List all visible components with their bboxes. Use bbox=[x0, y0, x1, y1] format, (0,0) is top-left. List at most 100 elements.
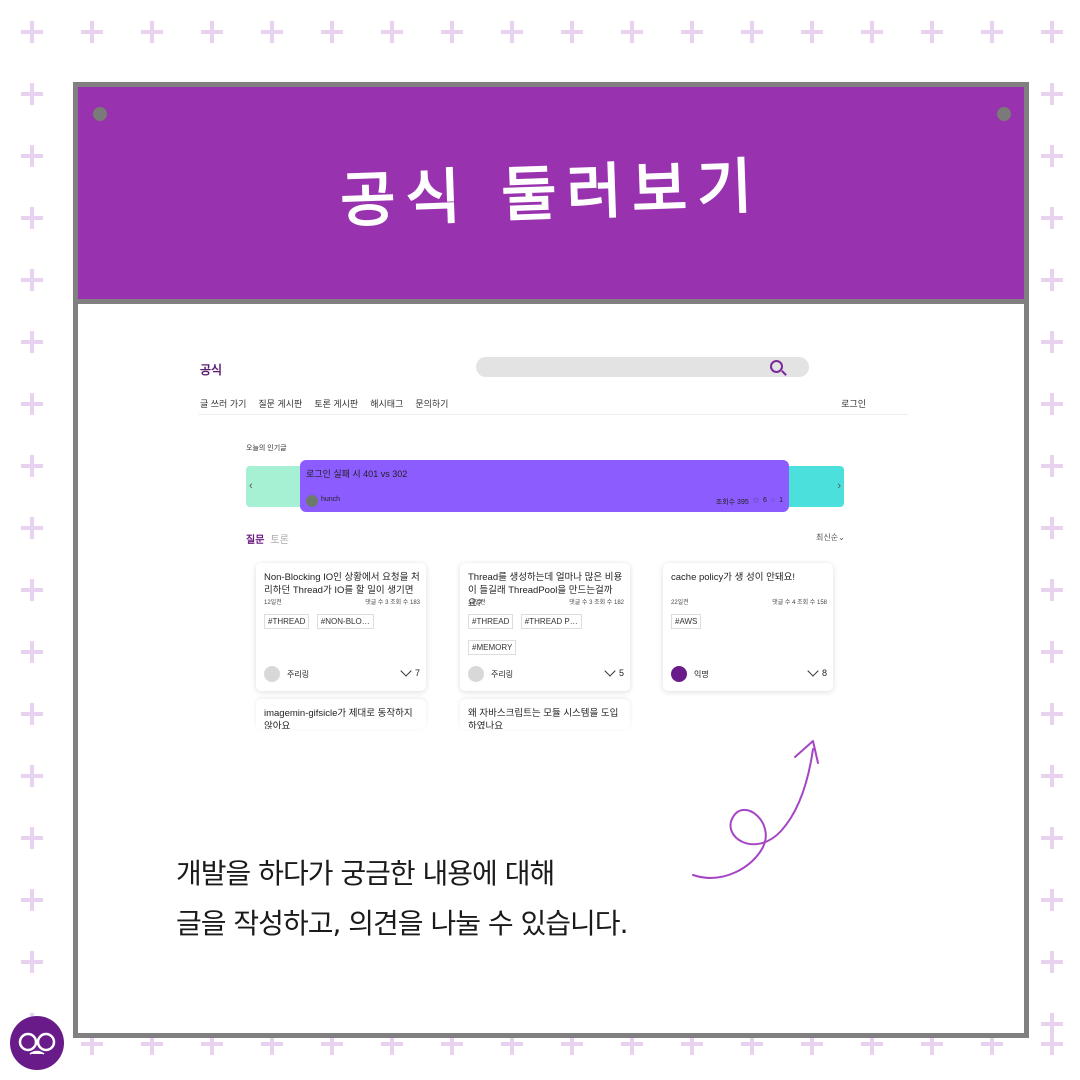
views-count: 조회수 395 bbox=[715, 499, 749, 506]
like-button[interactable]: 7 bbox=[400, 665, 420, 678]
nav-bar: 글 쓰러 가기 질문 게시판 토론 게시판 해시태그 문의하기 bbox=[200, 397, 448, 410]
pin-left bbox=[93, 107, 107, 121]
plus-decoration bbox=[1041, 827, 1063, 849]
heart-icon bbox=[807, 665, 819, 677]
site-logo[interactable]: 공식 bbox=[200, 361, 222, 378]
plus-decoration bbox=[201, 21, 223, 43]
post-card[interactable]: imagemin-gifsicle가 제대로 동작하지 않아요 bbox=[256, 699, 426, 729]
hashtag-chip[interactable]: #THREAD bbox=[468, 614, 514, 629]
plus-decoration bbox=[1041, 331, 1063, 353]
header-band: 공식 둘러보기 bbox=[78, 87, 1024, 304]
plus-decoration bbox=[21, 207, 43, 229]
plus-decoration bbox=[1041, 889, 1063, 911]
nav-item-hashtags[interactable]: 해시태그 bbox=[370, 397, 403, 410]
plus-decoration bbox=[81, 21, 103, 43]
post-meta: 13일전 댓글 수 3 조회 수 182 bbox=[468, 597, 624, 606]
likes-count: 7 bbox=[414, 668, 420, 678]
post-title: 왜 자바스크립트는 모듈 시스템을 도입하였나요 bbox=[468, 708, 619, 729]
plus-decoration bbox=[1041, 579, 1063, 601]
login-link[interactable]: 로그인 bbox=[841, 397, 866, 410]
search-icon[interactable] bbox=[770, 360, 783, 373]
nav-item-questions[interactable]: 질문 게시판 bbox=[258, 397, 302, 410]
tag-list: #THREAD #THREAD P… #MEMORY bbox=[468, 611, 628, 663]
carousel-prev-slide[interactable]: ‹ bbox=[246, 466, 306, 507]
post-card[interactable]: 왜 자바스크립트는 모듈 시스템을 도입하였나요 bbox=[460, 699, 630, 729]
avatar bbox=[306, 495, 318, 507]
nav-divider bbox=[198, 414, 908, 415]
plus-decoration bbox=[261, 21, 283, 43]
post-card[interactable]: cache policy가 생 성이 안돼요! 22일전 댓글 수 4 조회 수 … bbox=[663, 563, 833, 691]
tag-list: #THREAD #NON-BLO… bbox=[264, 611, 424, 637]
nav-item-debates[interactable]: 토론 게시판 bbox=[314, 397, 358, 410]
sort-dropdown[interactable]: 최신순⌄ bbox=[816, 532, 845, 543]
slide-caption: 개발을 하다가 궁금한 내용에 대해 글을 작성하고, 의견을 나눌 수 있습니… bbox=[176, 849, 628, 949]
plus-decoration bbox=[1041, 641, 1063, 663]
slide-title: 공식 둘러보기 bbox=[339, 151, 764, 237]
sort-label: 최신순 bbox=[816, 533, 839, 542]
plus-decoration bbox=[741, 21, 763, 43]
plus-decoration bbox=[21, 889, 43, 911]
post-footer: 익명 8 bbox=[671, 665, 827, 683]
carousel-next-slide[interactable]: › bbox=[786, 466, 844, 507]
heart-icon: ♡ bbox=[752, 498, 760, 505]
carousel-post-author: hunch bbox=[321, 496, 341, 503]
pin-right bbox=[997, 107, 1011, 121]
like-button[interactable]: 5 bbox=[604, 665, 624, 678]
carousel-current-post[interactable]: 로그인 실패 시 401 vs 302 hunch 조회수 395 ♡ 6 ◌ … bbox=[300, 460, 789, 512]
plus-decoration bbox=[1041, 207, 1063, 229]
nav-item-contact[interactable]: 문의하기 bbox=[415, 397, 448, 410]
hashtag-chip[interactable]: #THREAD P… bbox=[520, 614, 582, 629]
plus-decoration bbox=[21, 331, 43, 353]
plus-decoration bbox=[1041, 951, 1063, 973]
plus-decoration bbox=[381, 21, 403, 43]
hashtag-chip[interactable]: #THREAD bbox=[264, 614, 310, 629]
plus-decoration bbox=[1041, 517, 1063, 539]
heart-icon bbox=[400, 665, 412, 677]
chevron-right-icon[interactable]: › bbox=[837, 480, 841, 492]
tag-list: #AWS bbox=[671, 611, 831, 637]
plus-decoration bbox=[1041, 145, 1063, 167]
plus-decoration bbox=[861, 21, 883, 43]
post-card[interactable]: Thread를 생성하는데 얼마나 많은 비용이 들길래 ThreadPool을… bbox=[460, 563, 630, 691]
comment-icon: ◌ bbox=[770, 497, 776, 504]
likes-count: 5 bbox=[618, 668, 624, 678]
plus-decoration bbox=[501, 21, 523, 43]
hashtag-chip[interactable]: #AWS bbox=[671, 614, 702, 629]
post-title: Non-Blocking IO인 상황에서 요청을 처리하던 Thread가 I… bbox=[264, 572, 420, 596]
post-title: imagemin-gifsicle가 제대로 동작하지 않아요 bbox=[264, 708, 413, 729]
plus-decoration bbox=[981, 21, 1003, 43]
tab-debate[interactable]: 토론 bbox=[270, 531, 288, 546]
comments-count: 1 bbox=[779, 497, 783, 504]
hashtag-chip[interactable]: #NON-BLO… bbox=[316, 614, 374, 629]
plus-decoration bbox=[681, 21, 703, 43]
plus-decoration bbox=[1041, 455, 1063, 477]
post-stats: 댓글 수 3 조회 수 183 bbox=[365, 600, 420, 606]
plus-decoration bbox=[21, 83, 43, 105]
plus-decoration bbox=[621, 21, 643, 43]
plus-decoration bbox=[21, 703, 43, 725]
plus-decoration bbox=[21, 21, 43, 43]
like-button[interactable]: 8 bbox=[807, 665, 827, 678]
tab-question[interactable]: 질문 bbox=[246, 531, 264, 546]
plus-decoration bbox=[21, 145, 43, 167]
post-date: 22일전 bbox=[671, 600, 689, 606]
post-footer: 주리링 7 bbox=[264, 665, 420, 683]
plus-decoration bbox=[21, 579, 43, 601]
chevron-down-icon: ⌄ bbox=[838, 533, 845, 542]
search-input[interactable] bbox=[476, 357, 809, 377]
post-card[interactable]: Non-Blocking IO인 상황에서 요청을 처리하던 Thread가 I… bbox=[256, 563, 426, 691]
plus-decoration bbox=[1041, 21, 1063, 43]
post-footer: 주리링 5 bbox=[468, 665, 624, 683]
plus-decoration bbox=[441, 21, 463, 43]
post-stats: 댓글 수 4 조회 수 158 bbox=[772, 600, 827, 606]
plus-decoration bbox=[801, 21, 823, 43]
glasses-icon bbox=[18, 1032, 56, 1055]
post-stats: 댓글 수 3 조회 수 182 bbox=[569, 600, 624, 606]
plus-decoration bbox=[1041, 1033, 1063, 1055]
avatar bbox=[671, 666, 687, 682]
post-author: 익명 bbox=[694, 670, 709, 679]
hashtag-chip[interactable]: #MEMORY bbox=[468, 640, 517, 655]
chevron-left-icon[interactable]: ‹ bbox=[249, 480, 253, 492]
nav-item-write[interactable]: 글 쓰러 가기 bbox=[200, 397, 246, 410]
post-author: 주리링 bbox=[287, 670, 310, 679]
